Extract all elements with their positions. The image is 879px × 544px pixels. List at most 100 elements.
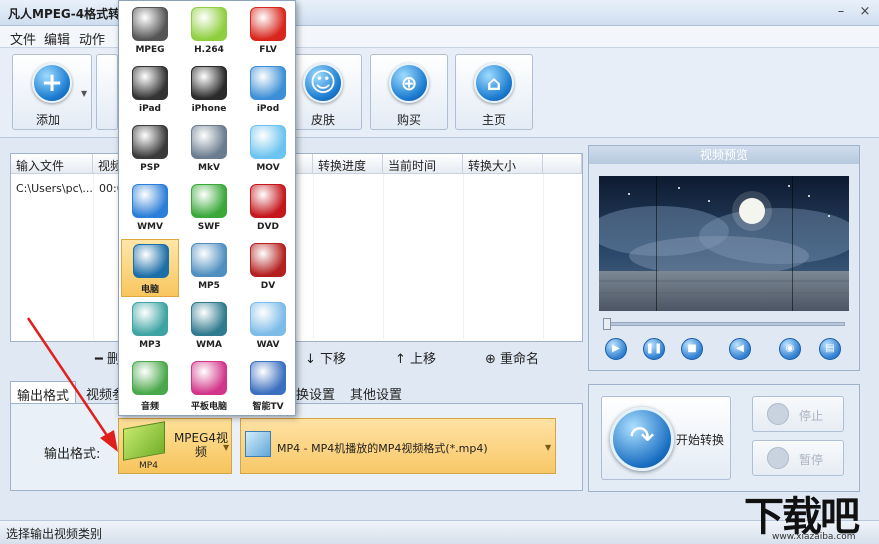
pause-button[interactable]: 暂停 — [752, 440, 844, 476]
refresh-arrow-icon: ↷ — [610, 407, 674, 471]
format-item-2[interactable]: FLV — [239, 3, 297, 61]
format-item-label: 智能TV — [252, 402, 284, 412]
column-input-file[interactable]: 输入文件 — [11, 154, 93, 174]
format-item-label: FLV — [259, 45, 277, 55]
chevron-down-icon[interactable]: ▼ — [545, 443, 551, 452]
volume-icon[interactable]: ◀ — [729, 338, 751, 360]
seek-handle[interactable] — [603, 318, 611, 330]
flash-icon — [250, 7, 286, 41]
move-down-label: 下移 — [320, 352, 347, 367]
format-category-button[interactable]: MPEG4视频 MP4 ▼ — [118, 418, 232, 474]
chevron-down-icon[interactable]: ▼ — [223, 443, 229, 452]
format-item-10[interactable]: SWF — [180, 180, 238, 238]
video-preview-panel: 视频预览 ▶ ❚❚ ■ ◀ ◉ ▤ — [588, 145, 860, 371]
ipod-icon — [250, 66, 286, 100]
menu-action[interactable]: 动作 — [79, 29, 105, 48]
minimize-icon[interactable]: – — [834, 4, 848, 20]
add-button[interactable]: + 添加 ▼ — [12, 54, 92, 130]
tab-convert-settings[interactable]: 换设置 — [290, 381, 341, 403]
format-item-1[interactable]: H.264 — [180, 3, 238, 61]
start-convert-button[interactable]: ↷ 开始转换 — [601, 396, 731, 480]
seek-bar[interactable] — [605, 322, 845, 326]
format-item-4[interactable]: iPhone — [180, 62, 238, 120]
folder-icon[interactable]: ▤ — [819, 338, 841, 360]
pause-icon[interactable]: ❚❚ — [643, 338, 665, 360]
format-item-label: SWF — [197, 222, 221, 232]
monitor-icon — [133, 244, 169, 278]
format-item-label: MPEG — [135, 45, 165, 55]
window-title: 凡人MPEG-4格式转 — [8, 7, 121, 21]
format-item-label: MkV — [198, 163, 220, 173]
column-size[interactable]: 转换大小 — [463, 154, 543, 174]
format-item-11[interactable]: DVD — [239, 180, 297, 238]
format-item-12[interactable]: 电脑 — [121, 239, 179, 297]
iphone-icon — [191, 66, 227, 100]
preview-title: 视频预览 — [589, 146, 859, 164]
format-item-14[interactable]: DV — [239, 239, 297, 297]
chevron-down-icon[interactable]: ▼ — [81, 89, 87, 98]
play-icon[interactable]: ▶ — [605, 338, 627, 360]
menu-file[interactable]: 文件 — [10, 29, 36, 48]
mp5-icon — [191, 243, 227, 277]
format-item-label: DVD — [257, 222, 279, 232]
format-item-8[interactable]: MOV — [239, 121, 297, 179]
start-convert-label: 开始转换 — [676, 433, 725, 447]
move-down-button[interactable]: ↓ 下移 — [305, 348, 346, 367]
format-item-label: 音频 — [140, 402, 159, 412]
buy-label: 购买 — [396, 113, 421, 127]
buy-button[interactable]: ⊕ 购买 — [370, 54, 448, 130]
format-item-label: H.264 — [194, 45, 224, 55]
rename-icon: ⊕ — [485, 352, 501, 367]
format-item-label: iPhone — [191, 104, 227, 114]
format-item-label: PSP — [140, 163, 160, 173]
plus-icon: + — [32, 63, 72, 103]
format-item-18[interactable]: 音频 — [121, 357, 179, 415]
format-item-label: WMV — [137, 222, 163, 232]
grid-line — [313, 174, 314, 339]
ipad-icon — [132, 66, 168, 100]
stop-button[interactable]: 停止 — [752, 396, 844, 432]
menu-edit[interactable]: 编辑 — [44, 29, 70, 48]
category-short: MP4 — [139, 461, 158, 471]
format-item-label: MOV — [256, 163, 280, 173]
stop-label: 停止 — [799, 409, 824, 423]
format-item-3[interactable]: iPad — [121, 62, 179, 120]
grid-line — [463, 174, 464, 339]
format-item-7[interactable]: MkV — [180, 121, 238, 179]
format-item-13[interactable]: MP5 — [180, 239, 238, 297]
format-item-15[interactable]: MP3 — [121, 298, 179, 356]
format-item-label: WAV — [256, 340, 280, 350]
move-up-button[interactable]: ↑ 上移 — [395, 348, 436, 367]
green-box-icon — [191, 7, 227, 41]
format-select-value: MP4 - MP4机播放的MP4视频格式(*.mp4) — [277, 442, 488, 455]
format-item-6[interactable]: PSP — [121, 121, 179, 179]
home-button[interactable]: ⌂ 主页 — [455, 54, 533, 130]
rename-button[interactable]: ⊕ 重命名 — [485, 348, 539, 367]
format-item-20[interactable]: 智能TV — [239, 357, 297, 415]
format-select[interactable]: MP4 - MP4机播放的MP4视频格式(*.mp4) ▼ — [240, 418, 556, 474]
format-item-9[interactable]: WMV — [121, 180, 179, 238]
format-item-label: MP5 — [198, 281, 220, 291]
cube-icon — [245, 431, 271, 457]
column-current-time[interactable]: 当前时间 — [383, 154, 463, 174]
format-item-0[interactable]: MPEG — [121, 3, 179, 61]
film-reel-icon — [132, 7, 168, 41]
smiley-icon: ☺ — [303, 63, 343, 103]
snapshot-icon[interactable]: ◉ — [779, 338, 801, 360]
film-icon — [191, 125, 227, 159]
tablet-icon — [191, 361, 227, 395]
format-item-16[interactable]: WMA — [180, 298, 238, 356]
tv-icon — [250, 361, 286, 395]
stop-icon[interactable]: ■ — [681, 338, 703, 360]
format-item-label: 电脑 — [140, 285, 159, 295]
format-item-5[interactable]: iPod — [239, 62, 297, 120]
column-extra — [543, 154, 582, 174]
tab-other-settings[interactable]: 其他设置 — [344, 381, 408, 403]
format-popup-menu[interactable]: MPEG H.264 FLV iPad iPhone iPod PSP MkV MOV WMV SW… — [118, 0, 296, 416]
format-item-17[interactable]: WAV — [239, 298, 297, 356]
toolbar-button-hidden[interactable] — [96, 54, 118, 130]
close-icon[interactable]: × — [858, 4, 872, 20]
column-progress[interactable]: 转换进度 — [313, 154, 383, 174]
night-sky-image — [599, 176, 849, 311]
format-item-19[interactable]: 平板电脑 — [180, 357, 238, 415]
